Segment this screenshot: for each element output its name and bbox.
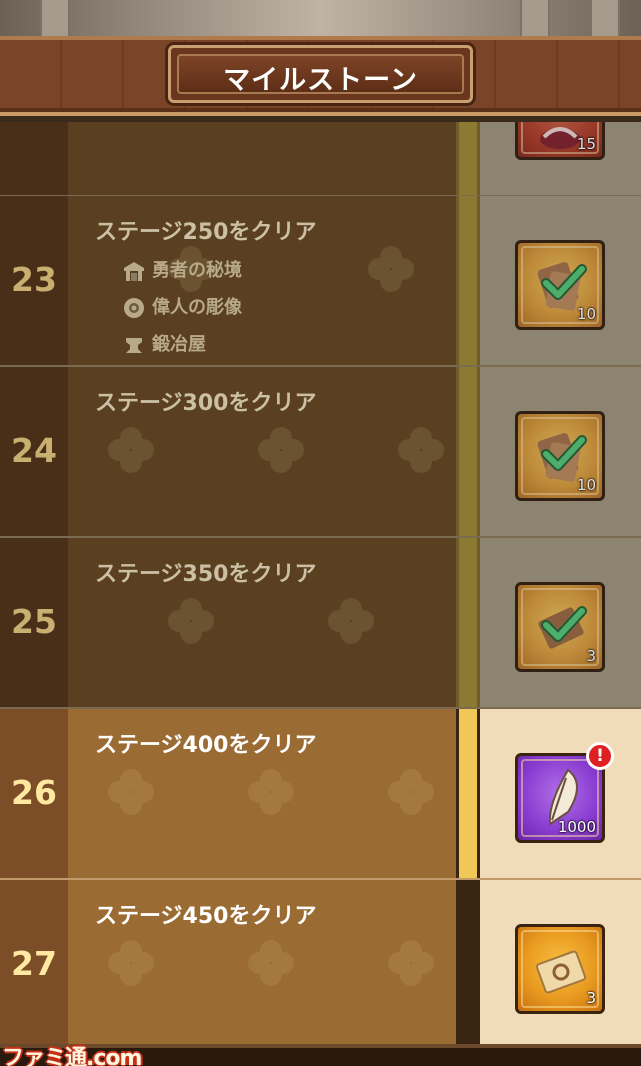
shrine-icon — [124, 262, 144, 281]
milestone-row: 15 — [0, 122, 641, 197]
unlock-item: 鍛冶屋 — [122, 330, 206, 356]
reward-slot[interactable]: 10 — [515, 240, 605, 330]
reward-slot[interactable]: 3 — [515, 582, 605, 672]
milestone-row: 25 ステージ350をクリア 3 — [0, 538, 641, 709]
unlock-item: 勇者の秘境 — [122, 256, 242, 282]
milestone-number: 26 — [11, 773, 57, 812]
reward-quantity: 15 — [576, 135, 596, 153]
header-bar: マイルストーン — [0, 36, 641, 116]
progress-track — [456, 880, 480, 1044]
progress-track — [456, 538, 480, 709]
milestone-task: ステージ250をクリア — [95, 220, 317, 245]
reward-slot[interactable]: 3 — [515, 924, 605, 1014]
milestone-number: 25 — [11, 602, 57, 641]
reward-quantity: 3 — [586, 989, 596, 1007]
reward-slot[interactable]: 10 — [515, 411, 605, 501]
reward-quantity: 3 — [586, 647, 596, 665]
milestone-row: 23 ステージ250をクリア 勇者の秘境 偉人の彫像 鍛冶屋 10 — [0, 196, 641, 367]
reward-quantity: 10 — [576, 305, 596, 323]
page-title: マイルストーン — [223, 65, 418, 96]
milestone-list[interactable]: 15 23 ステージ250をクリア 勇者の秘境 偉人の彫像 鍛冶屋 10 24 … — [0, 122, 641, 1044]
progress-track — [456, 367, 480, 538]
title-plate: マイルストーン — [168, 45, 473, 103]
checkmark-icon — [541, 264, 587, 300]
milestone-row: 27 ステージ450をクリア 3 — [0, 880, 641, 1044]
reward-quantity: 1000 — [557, 818, 596, 836]
watermark-logo: ファミ通.com — [2, 1046, 142, 1066]
summon-ticket-icon — [535, 950, 587, 994]
anvil-icon — [126, 338, 142, 353]
milestone-row: 26 ステージ400をクリア 1000 ! — [0, 709, 641, 880]
progress-track — [456, 196, 480, 367]
reward-quantity: 10 — [576, 476, 596, 494]
progress-track — [456, 122, 480, 197]
milestone-number: 23 — [11, 260, 57, 299]
milestone-number: 27 — [11, 944, 57, 983]
checkmark-icon — [541, 606, 587, 642]
gear-statue-icon — [124, 298, 144, 318]
unlock-label: 勇者の秘境 — [152, 260, 242, 281]
unlock-label: 鍛冶屋 — [152, 334, 206, 355]
unlock-label: 偉人の彫像 — [152, 297, 242, 318]
milestone-number: 24 — [11, 431, 57, 470]
milestone-task: ステージ400をクリア — [95, 733, 317, 758]
reward-claim-button[interactable]: 1000 ! — [515, 742, 614, 843]
milestone-task: ステージ450をクリア — [95, 904, 317, 929]
background-architecture — [0, 0, 641, 40]
reward-slot[interactable]: 15 — [515, 122, 605, 160]
milestone-task: ステージ350をクリア — [95, 562, 317, 587]
milestone-task: ステージ300をクリア — [95, 391, 317, 416]
progress-track — [456, 709, 480, 880]
unlock-item: 偉人の彫像 — [122, 293, 242, 319]
checkmark-icon — [541, 435, 587, 471]
notification-badge: ! — [586, 742, 614, 770]
milestone-row: 24 ステージ300をクリア 10 — [0, 367, 641, 538]
